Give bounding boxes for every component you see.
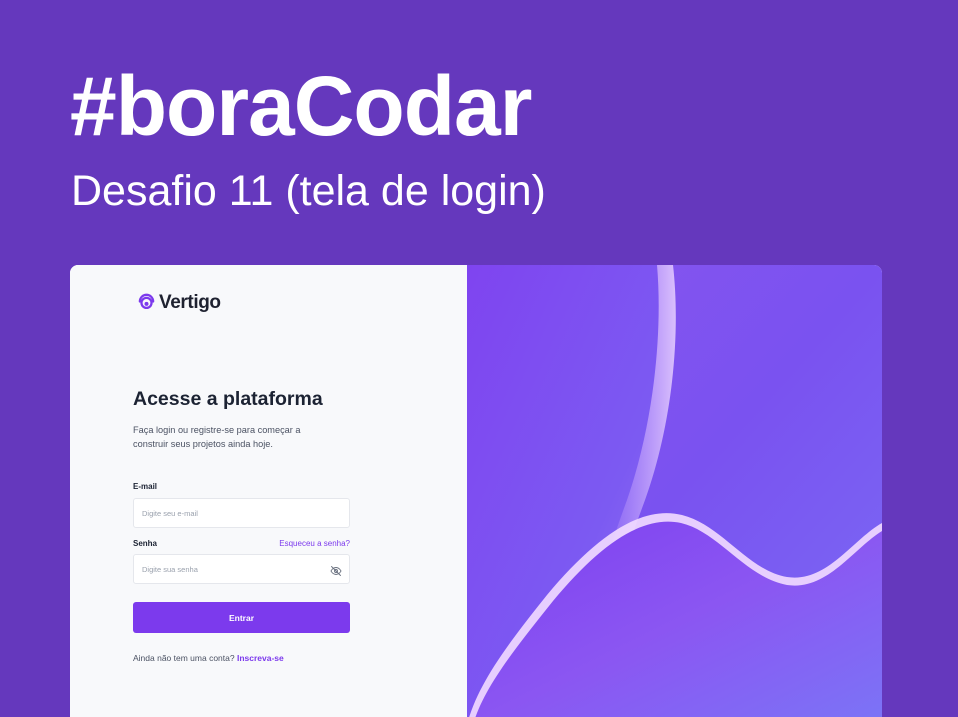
logo-text: Vertigo xyxy=(159,292,221,313)
email-input-wrapper xyxy=(133,498,350,528)
form-title: Acesse a plataforma xyxy=(133,388,323,410)
signup-link[interactable]: Inscreva-se xyxy=(237,653,284,663)
vertigo-logo-icon xyxy=(137,291,156,315)
hero-title: #boraCodar xyxy=(70,59,532,153)
password-input-wrapper xyxy=(133,554,350,584)
password-label-row: Senha Esqueceu a senha? xyxy=(133,538,350,550)
login-panel: Vertigo Acesse a plataforma Faça login o… xyxy=(70,265,467,717)
signup-prompt: Ainda não tem uma conta? xyxy=(133,653,235,663)
password-label: Senha xyxy=(133,539,158,548)
hero-subtitle: Desafio 11 (tela de login) xyxy=(71,167,546,215)
password-field[interactable] xyxy=(134,555,349,583)
email-label: E-mail xyxy=(133,482,158,491)
password-group: Senha Esqueceu a senha? xyxy=(133,538,350,584)
decorative-illustration xyxy=(467,265,882,717)
email-field[interactable] xyxy=(134,499,349,527)
logo[interactable]: Vertigo xyxy=(137,291,221,315)
login-button[interactable]: Entrar xyxy=(133,602,350,633)
eye-off-icon[interactable] xyxy=(330,564,342,576)
forgot-password-link[interactable]: Esqueceu a senha? xyxy=(279,538,350,550)
form-description: Faça login ou registre-se para começar a… xyxy=(133,425,301,449)
signup-row: Ainda não tem uma conta? Inscreva-se xyxy=(133,652,350,664)
email-group: E-mail xyxy=(133,476,350,528)
page: #boraCodar Desafio 11 (tela de login) Ve… xyxy=(0,0,958,717)
login-screen-mockup: Vertigo Acesse a plataforma Faça login o… xyxy=(70,265,882,717)
login-form: Acesse a plataforma Faça login ou regist… xyxy=(133,385,350,664)
